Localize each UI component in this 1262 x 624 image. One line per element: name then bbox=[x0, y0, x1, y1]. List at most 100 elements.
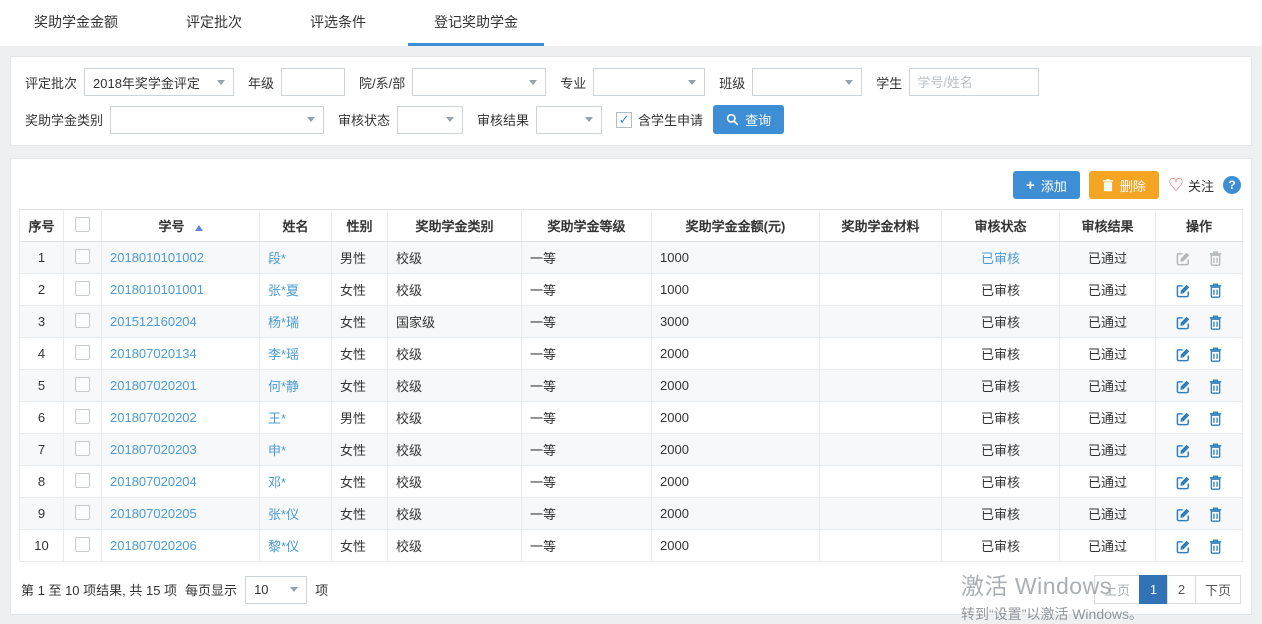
edit-icon[interactable] bbox=[1176, 443, 1191, 458]
per-page-select[interactable]: 10 bbox=[245, 576, 307, 604]
student-id-cell: 2018010101001 bbox=[102, 274, 260, 306]
level-cell: 一等 bbox=[522, 530, 652, 562]
amount-cell: 2000 bbox=[652, 466, 820, 498]
scholarship-type-select[interactable] bbox=[110, 106, 324, 134]
page-2-button[interactable]: 2 bbox=[1167, 575, 1196, 604]
tab-selection-criteria[interactable]: 评选条件 bbox=[284, 0, 392, 46]
batch-select[interactable]: 2018年奖学金评定 bbox=[84, 68, 234, 96]
row-checkbox[interactable] bbox=[75, 505, 90, 520]
tab-register-scholarship[interactable]: 登记奖助学金 bbox=[408, 0, 544, 46]
audit-status-cell: 已审核 bbox=[942, 434, 1060, 466]
department-select[interactable] bbox=[412, 68, 546, 96]
table-row: 6 201807020202 王* 男性 校级 一等 2000 已审核 已通过 bbox=[20, 402, 1243, 434]
row-checkbox[interactable] bbox=[75, 441, 90, 456]
row-checkbox-cell bbox=[64, 338, 102, 370]
delete-icon[interactable] bbox=[1209, 379, 1222, 394]
prev-page-button[interactable]: 上页 bbox=[1094, 575, 1140, 604]
student-id-link[interactable]: 201807020205 bbox=[110, 506, 197, 521]
student-name-link[interactable]: 杨*瑞 bbox=[268, 315, 299, 330]
student-name-link[interactable]: 张*仪 bbox=[268, 507, 299, 522]
major-select[interactable] bbox=[593, 68, 705, 96]
table-row: 4 201807020134 李*瑶 女性 校级 一等 2000 已审核 已通过 bbox=[20, 338, 1243, 370]
delete-button[interactable]: 删除 bbox=[1089, 171, 1159, 199]
delete-icon[interactable] bbox=[1209, 411, 1222, 426]
header-student-id[interactable]: 学号 bbox=[102, 210, 260, 242]
row-index-cell: 5 bbox=[20, 370, 64, 402]
add-button[interactable]: + 添加 bbox=[1013, 171, 1080, 199]
edit-icon[interactable] bbox=[1176, 347, 1191, 362]
type-cell: 校级 bbox=[388, 466, 522, 498]
grade-input[interactable] bbox=[281, 68, 345, 96]
student-id-link[interactable]: 201807020134 bbox=[110, 346, 197, 361]
delete-icon[interactable] bbox=[1209, 475, 1222, 490]
audit-status-select[interactable] bbox=[397, 106, 463, 134]
delete-icon[interactable] bbox=[1209, 251, 1222, 266]
row-checkbox[interactable] bbox=[75, 249, 90, 264]
edit-icon[interactable] bbox=[1176, 379, 1191, 394]
row-index-cell: 7 bbox=[20, 434, 64, 466]
row-checkbox[interactable] bbox=[75, 537, 90, 552]
student-name-link[interactable]: 申* bbox=[268, 443, 286, 458]
student-id-link[interactable]: 2018010101002 bbox=[110, 250, 204, 265]
student-id-link[interactable]: 201807020206 bbox=[110, 538, 197, 553]
audit-status-cell: 已审核 bbox=[942, 466, 1060, 498]
delete-icon[interactable] bbox=[1209, 507, 1222, 522]
edit-icon[interactable] bbox=[1176, 315, 1191, 330]
edit-icon[interactable] bbox=[1176, 251, 1191, 266]
student-search-input[interactable] bbox=[909, 68, 1039, 96]
delete-icon[interactable] bbox=[1209, 315, 1222, 330]
operations-cell bbox=[1156, 434, 1243, 466]
student-id-cell: 201807020203 bbox=[102, 434, 260, 466]
row-checkbox[interactable] bbox=[75, 377, 90, 392]
header-checkbox-cell bbox=[64, 210, 102, 242]
delete-icon[interactable] bbox=[1209, 283, 1222, 298]
search-button[interactable]: 查询 bbox=[713, 105, 784, 134]
student-name-link[interactable]: 李*瑶 bbox=[268, 347, 299, 362]
student-id-link[interactable]: 2018010101001 bbox=[110, 282, 204, 297]
table-footer: 第 1 至 10 项结果, 共 15 项 每页显示 10 项 上页 1 2 下页 bbox=[19, 562, 1243, 606]
row-checkbox[interactable] bbox=[75, 473, 90, 488]
student-name-link[interactable]: 王* bbox=[268, 411, 286, 426]
edit-icon[interactable] bbox=[1176, 539, 1191, 554]
student-id-link[interactable]: 201512160204 bbox=[110, 314, 197, 329]
delete-icon[interactable] bbox=[1209, 347, 1222, 362]
next-page-button[interactable]: 下页 bbox=[1195, 575, 1241, 604]
student-name-link[interactable]: 段* bbox=[268, 251, 286, 266]
edit-icon[interactable] bbox=[1176, 507, 1191, 522]
table-body: 1 2018010101002 段* 男性 校级 一等 1000 已审核 已通过… bbox=[20, 242, 1243, 562]
audit-result-select[interactable] bbox=[536, 106, 602, 134]
page-1-button[interactable]: 1 bbox=[1139, 575, 1168, 604]
class-select[interactable] bbox=[752, 68, 862, 96]
amount-cell: 2000 bbox=[652, 370, 820, 402]
delete-icon[interactable] bbox=[1209, 443, 1222, 458]
student-name-link[interactable]: 张*夏 bbox=[268, 283, 299, 298]
student-name-link[interactable]: 黎*仪 bbox=[268, 539, 299, 554]
select-all-checkbox[interactable] bbox=[75, 217, 90, 232]
audit-result-cell: 已通过 bbox=[1060, 434, 1156, 466]
student-id-link[interactable]: 201807020203 bbox=[110, 442, 197, 457]
student-name-cell: 李*瑶 bbox=[260, 338, 332, 370]
student-name-link[interactable]: 何*静 bbox=[268, 379, 299, 394]
student-id-link[interactable]: 201807020202 bbox=[110, 410, 197, 425]
row-checkbox[interactable] bbox=[75, 281, 90, 296]
include-student-apply-checkbox[interactable]: ✓ bbox=[616, 112, 632, 128]
chevron-down-icon bbox=[307, 117, 315, 122]
delete-icon[interactable] bbox=[1209, 539, 1222, 554]
operations-cell bbox=[1156, 466, 1243, 498]
header-name: 姓名 bbox=[260, 210, 332, 242]
edit-icon[interactable] bbox=[1176, 475, 1191, 490]
student-id-link[interactable]: 201807020204 bbox=[110, 474, 197, 489]
follow-button[interactable]: ♡ 关注 bbox=[1168, 176, 1214, 195]
edit-icon[interactable] bbox=[1176, 411, 1191, 426]
student-name-cell: 申* bbox=[260, 434, 332, 466]
tab-evaluation-batch[interactable]: 评定批次 bbox=[160, 0, 268, 46]
student-name-link[interactable]: 邓* bbox=[268, 475, 286, 490]
help-icon[interactable]: ? bbox=[1223, 176, 1241, 194]
student-id-link[interactable]: 201807020201 bbox=[110, 378, 197, 393]
row-checkbox[interactable] bbox=[75, 345, 90, 360]
tab-scholarship-amount[interactable]: 奖助学金金额 bbox=[8, 0, 144, 46]
row-checkbox[interactable] bbox=[75, 313, 90, 328]
row-checkbox[interactable] bbox=[75, 409, 90, 424]
operations-cell bbox=[1156, 242, 1243, 274]
edit-icon[interactable] bbox=[1176, 283, 1191, 298]
